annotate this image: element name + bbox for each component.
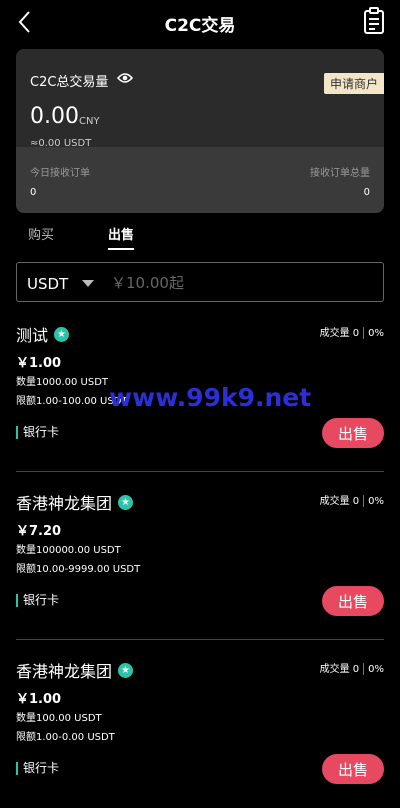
- quantity: 数量100000.00 USDT: [16, 545, 121, 556]
- listing-item: 香港神龙集团 ★ 成交量 0 0% ￥1.00 数量100.00 USDT 限额1.…: [16, 658, 384, 808]
- eye-icon[interactable]: [117, 71, 133, 85]
- verified-star-icon: ★: [118, 663, 134, 678]
- listing-divider: [16, 471, 384, 472]
- limit-range: 限额10.00-9999.00 USDT: [16, 564, 141, 575]
- usdt-equivalent: ≈0.00 USDT: [30, 138, 92, 149]
- tab-sell-label: 出售: [108, 228, 135, 243]
- payment-method: 银行卡: [16, 594, 59, 607]
- sell-button[interactable]: 出售: [322, 754, 384, 784]
- top-bar: C2C交易: [0, 0, 400, 44]
- stats-divider: [363, 663, 365, 675]
- unit-price: ￥1.00: [16, 692, 62, 707]
- today-orders-value: 0: [30, 187, 37, 198]
- today-orders-label: 今日接收订单: [30, 168, 90, 179]
- unit-price: ￥7.20: [16, 524, 62, 539]
- trade-stats: 成交量 0 0%: [320, 492, 384, 507]
- total-amount: 0.00: [30, 104, 79, 129]
- total-orders-value: 0: [363, 187, 370, 198]
- completion-rate: 0%: [368, 328, 384, 339]
- order-list-icon[interactable]: [362, 7, 386, 35]
- merchant-name-text: 香港神龙集团: [16, 494, 113, 513]
- listing-item: 香港神龙集团 ★ 成交量 0 0% ￥7.20 数量100000.00 USDT 限…: [16, 490, 384, 640]
- unit-price: ￥1.00: [16, 356, 62, 371]
- summary-card: C2C总交易量 申请商户 0.00 CNY ≈0.00 USDT 今日接收订单 …: [16, 49, 384, 213]
- quantity: 数量100.00 USDT: [16, 713, 102, 724]
- volume-label: C2C总交易量: [30, 75, 109, 90]
- verified-star-icon: ★: [54, 327, 70, 342]
- deal-count: 成交量 0: [319, 496, 360, 507]
- tab-buy[interactable]: 购买: [28, 224, 54, 243]
- merchant-name: 香港神龙集团 ★: [16, 658, 134, 682]
- deal-count: 成交量 0: [319, 328, 360, 339]
- merchant-name-text: 测试: [16, 326, 49, 345]
- summary-card-lower: [16, 147, 384, 213]
- merchant-name: 香港神龙集团 ★: [16, 490, 134, 514]
- watermark-text: www.99k9.net: [109, 383, 312, 412]
- amount-filter-input[interactable]: [109, 269, 373, 297]
- listing-divider: [16, 639, 384, 640]
- currency-select[interactable]: USDT: [27, 275, 68, 293]
- page-title: C2C交易: [164, 16, 236, 36]
- trade-stats: 成交量 0 0%: [320, 324, 384, 339]
- limit-range: 限额1.00-0.00 USDT: [16, 732, 115, 743]
- payment-method: 银行卡: [16, 426, 59, 439]
- apply-merchant-button[interactable]: 申请商户: [323, 73, 384, 94]
- sell-button[interactable]: 出售: [322, 586, 384, 616]
- completion-rate: 0%: [368, 664, 384, 675]
- tab-sell[interactable]: 出售: [108, 224, 135, 250]
- completion-rate: 0%: [368, 496, 384, 507]
- trade-stats: 成交量 0 0%: [320, 660, 384, 675]
- deal-count: 成交量 0: [319, 664, 360, 675]
- total-orders-label: 接收订单总量: [310, 168, 370, 179]
- dropdown-caret-icon[interactable]: [82, 280, 94, 287]
- sell-button[interactable]: 出售: [322, 418, 384, 448]
- verified-star-icon: ★: [118, 495, 134, 510]
- quantity: 数量1000.00 USDT: [16, 377, 109, 388]
- amount-unit: CNY: [79, 116, 100, 127]
- stats-divider: [363, 327, 365, 339]
- payment-method: 银行卡: [16, 762, 59, 775]
- active-tab-indicator: [108, 248, 135, 250]
- trade-tabs: 购买 出售: [0, 222, 400, 252]
- merchant-name: 测试 ★: [16, 322, 70, 346]
- stats-divider: [363, 495, 365, 507]
- merchant-name-text: 香港神龙集团: [16, 662, 113, 681]
- filter-bar: USDT: [16, 262, 384, 302]
